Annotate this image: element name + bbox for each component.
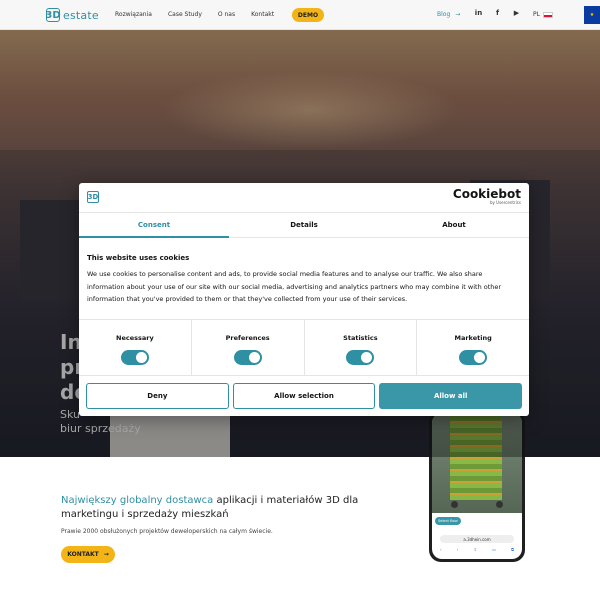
blog-label: Blog xyxy=(437,11,451,18)
nav-item-solutions[interactable]: Rozwiązania xyxy=(115,11,152,18)
category-label: Necessary xyxy=(116,334,154,342)
marketing-toggle[interactable] xyxy=(459,350,488,365)
site-logo-icon: 3D xyxy=(87,191,99,203)
phone-url-bar: a.3dhein.com xyxy=(440,535,514,543)
nav-item-contact[interactable]: Kontakt xyxy=(251,11,274,18)
linkedin-icon[interactable]: in xyxy=(474,9,483,17)
cookie-dialog-header: 3D Cookiebot by Usercentrics xyxy=(79,183,529,213)
cookie-actions: Deny Allow selection Allow all xyxy=(86,383,523,409)
nav-item-case-study[interactable]: Case Study xyxy=(168,11,202,18)
contact-label: KONTAKT xyxy=(67,551,99,558)
rotate-left-icon xyxy=(451,500,458,508)
phone-browser-toolbar: ‹ › ⇧ ▭ ⧉ xyxy=(440,547,514,553)
preferences-toggle[interactable] xyxy=(233,350,262,365)
tabs-icon: ⧉ xyxy=(511,547,514,552)
contact-button[interactable]: KONTAKT → xyxy=(61,546,115,563)
lead-highlight: Największy globalny dostawca xyxy=(61,495,214,506)
lead-subtext: Prawie 2000 obsłużonych projektów dewelo… xyxy=(61,528,273,535)
arrow-right-icon: → xyxy=(455,11,461,18)
phone-controls xyxy=(432,497,522,511)
category-label: Statistics xyxy=(343,334,378,342)
main-nav: Rozwiązania Case Study O nas Kontakt xyxy=(115,11,274,18)
back-icon: ‹ xyxy=(440,547,442,552)
cookie-description: We use cookies to personalise content an… xyxy=(87,270,502,303)
facebook-icon[interactable]: f xyxy=(493,9,502,17)
language-switcher[interactable]: PL xyxy=(533,11,553,18)
logo[interactable]: 3D estate xyxy=(45,8,99,22)
allow-all-button[interactable]: Allow all xyxy=(379,383,523,409)
cookiebot-logo[interactable]: Cookiebot by Usercentrics xyxy=(453,188,521,205)
forward-icon: › xyxy=(456,547,459,552)
allow-selection-button[interactable]: Allow selection xyxy=(232,383,376,409)
eu-flag-icon: ★ xyxy=(584,6,600,24)
rotate-right-icon xyxy=(496,500,503,508)
share-icon: ⇧ xyxy=(473,547,477,552)
social-links: in f ▶ xyxy=(474,9,521,17)
demo-button[interactable]: DEMO xyxy=(292,8,324,22)
category-label: Preferences xyxy=(225,334,270,342)
category-statistics: Statistics xyxy=(305,320,418,375)
cookie-tabs: Consent Details About xyxy=(79,213,529,238)
poland-flag-icon xyxy=(542,11,553,18)
site-header: 3D estate Rozwiązania Case Study O nas K… xyxy=(0,0,600,30)
arrow-right-icon: → xyxy=(103,551,109,558)
necessary-toggle[interactable] xyxy=(120,350,149,365)
category-preferences: Preferences xyxy=(192,320,305,375)
category-marketing: Marketing xyxy=(417,320,529,375)
category-necessary: Necessary xyxy=(79,320,192,375)
lead-heading: Największy globalny dostawca aplikacji i… xyxy=(61,494,391,522)
statistics-toggle[interactable] xyxy=(346,350,375,365)
logo-text: estate xyxy=(63,8,99,22)
tab-details[interactable]: Details xyxy=(229,213,379,237)
deny-button[interactable]: Deny xyxy=(86,383,229,409)
language-label: PL xyxy=(533,11,540,18)
cookiebot-name: Cookiebot xyxy=(452,187,521,201)
category-label: Marketing xyxy=(454,334,492,342)
blog-link[interactable]: Blog → xyxy=(437,11,460,18)
phone-select-chip: Select floor xyxy=(435,517,461,525)
tab-about[interactable]: About xyxy=(379,213,529,237)
bookmarks-icon: ▭ xyxy=(492,547,496,552)
cookie-consent-dialog: 3D Cookiebot by Usercentrics Consent Det… xyxy=(79,183,529,416)
tab-consent[interactable]: Consent xyxy=(79,213,229,238)
nav-item-about[interactable]: O nas xyxy=(218,11,235,18)
cookie-categories: Necessary Preferences Statistics Marketi… xyxy=(79,319,529,376)
youtube-icon[interactable]: ▶ xyxy=(512,9,521,17)
logo-mark: 3D xyxy=(45,8,61,22)
cookie-title: This website uses cookies xyxy=(87,254,190,262)
